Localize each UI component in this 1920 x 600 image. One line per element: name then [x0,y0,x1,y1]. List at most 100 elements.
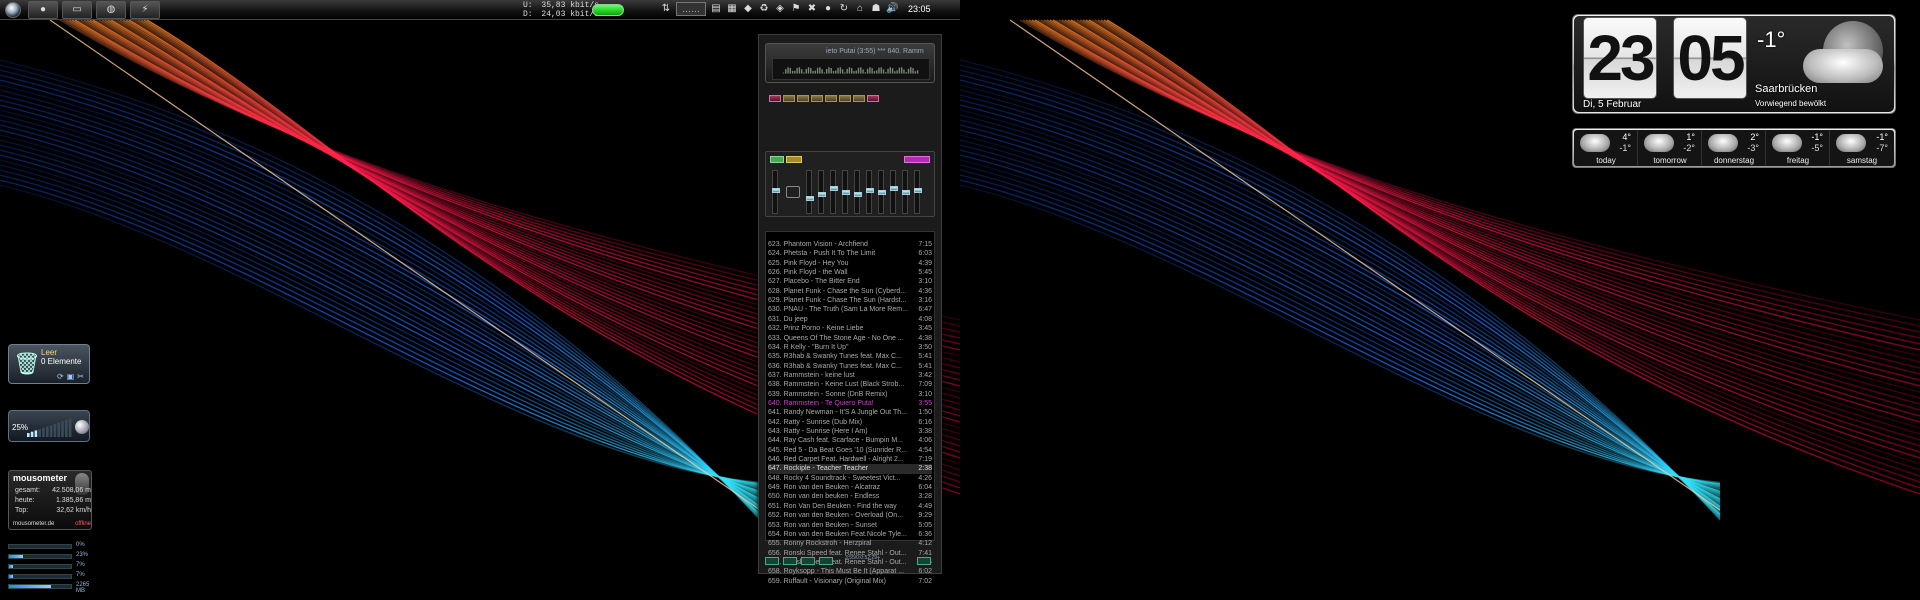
visualizer-bar [823,72,826,74]
tray-overflow-button[interactable]: …… [676,2,706,16]
recycle-bin-gadget[interactable]: 🗑 Leer 0 Elemente ⟳ ▣ ✂ [8,344,90,384]
play-button[interactable] [783,95,795,102]
eq-auto-button[interactable] [786,156,802,163]
eq-presets-button[interactable] [904,156,930,163]
refresh-icon[interactable]: ⟳ [57,372,64,381]
pl-misc-button[interactable] [819,557,833,565]
flag-icon[interactable]: ⚑ [790,2,802,16]
empty-bin-icon[interactable]: ✂ [77,372,84,381]
cloud-icon [1772,134,1802,152]
playlist-item[interactable]: 623. Phantom Vision - Archfiend 7:15 [768,240,932,249]
eq-band-slider[interactable] [866,170,874,214]
playlist-item-duration: 7:19 [918,456,932,464]
playlist-item[interactable]: 651. Ron Van Den Beuken - Find the way 4:… [768,502,932,511]
pl-remove-button[interactable] [783,557,797,565]
playlist-item[interactable]: 659. Ruffault - Visionary (Original Mix)… [768,577,932,586]
volume-knob[interactable] [75,420,89,434]
playlist-item[interactable]: 632. Prinz Porno - Keine Liebe 3:45 [768,324,932,333]
playlist-item[interactable]: 634. R Kelly - "Burn It Up" 3:50 [768,343,932,352]
playlist-item[interactable]: 633. Queens Of The Stone Age - No One ..… [768,334,932,343]
playlist-item-duration: 3:45 [918,325,932,333]
eq-on-button[interactable] [770,156,784,163]
eq-preamp-slider[interactable] [772,170,780,214]
tray-icon-10[interactable]: ☗ [870,2,882,16]
open-icon[interactable]: ▣ [67,372,75,381]
quicklaunch-explorer[interactable]: ▭ [62,0,92,19]
quicklaunch-show-desktop[interactable]: ● [28,0,58,19]
eq-band-slider[interactable] [842,170,850,214]
tray-icon-0[interactable]: ▤ [710,2,722,16]
playlist-item[interactable]: 654. Ron van den Beuken Feat.Nicole Tyle… [768,530,932,539]
recycle-bin-status: Leer [41,348,58,357]
eq-band-slider[interactable] [902,170,910,214]
prev-button[interactable] [769,95,781,102]
playlist-item[interactable]: 642. Ratty - Sunrise (Dub Mix) 6:16 [768,418,932,427]
playlist-item[interactable]: 643. Ratty - Sunrise (Here I Am) 3:38 [768,427,932,436]
tray-icon-6[interactable]: ✖ [806,2,818,16]
tray-icon-3[interactable]: ♻ [758,2,770,16]
eq-band-slider[interactable] [806,170,814,214]
pl-add-button[interactable] [765,557,779,565]
quicklaunch-winamp[interactable]: ⚡ [130,0,160,19]
playlist-item[interactable]: 640. Rammstein - Te Quiero Puta! 3:55 [768,399,932,408]
playlist-item[interactable]: 653. Ron van den Beuken - Sunset 5:05 [768,521,932,530]
playlist-item[interactable]: 647. Rockiple - Teacher Teacher 2:38 [768,464,932,474]
repeat-button[interactable] [867,95,879,102]
sync-icon[interactable]: ↻ [838,2,850,16]
next-button[interactable] [825,95,837,102]
eq-band-slider[interactable] [830,170,838,214]
playlist-item[interactable]: 644. Ray Cash feat. Scarface - Bumpin M.… [768,436,932,445]
playlist-item[interactable]: 646. Red Carpet Feat. Hardwell - Alright… [768,455,932,464]
eq-band-slider[interactable] [818,170,826,214]
playlist-item[interactable]: 649. Ron van den Beuken - Alcatraz 6:04 [768,483,932,492]
eq-band-slider[interactable] [914,170,922,214]
playlist-item[interactable]: 626. Pink Floyd - the Wall 5:45 [768,268,932,277]
playlist-item[interactable]: 652. Ron van den Beuken - Overload (On..… [768,511,932,520]
tray-icon-2[interactable]: ◆ [742,2,754,16]
volume-gadget[interactable]: 25% [8,410,90,442]
tray-icon-7[interactable]: ● [822,2,834,16]
meter-fill [9,585,52,588]
playlist-item[interactable]: 655. Ronny Rockstroh - Herzpiral 4:12 [768,539,932,548]
shuffle-button[interactable] [853,95,865,102]
speaker-icon[interactable]: 🔊 [886,2,898,16]
eq-band-slider[interactable] [890,170,898,214]
tray-icon-9[interactable]: ⌂ [854,2,866,16]
eject-button[interactable] [839,95,851,102]
pl-select-button[interactable] [801,557,815,565]
playlist-item-duration: 6:47 [918,306,932,314]
playlist-item[interactable]: 630. PNAU - The Truth (Sam La More Rem..… [768,305,932,314]
playlist-item[interactable]: 637. Rammstein - keine lust 3:42 [768,371,932,380]
playlist-item[interactable]: 635. R3hab & Swanky Tunes feat. Max C...… [768,352,932,361]
taskbar-clock[interactable]: 23:05 [908,4,931,14]
playlist-item[interactable]: 638. Rammstein - Keine Lust (Black Strob… [768,380,932,389]
network-icon[interactable]: ⇅ [660,2,672,16]
playlist-item[interactable]: 628. Planet Funk - Chase the Sun (Cyberd… [768,287,932,296]
tray-icon-4[interactable]: ◈ [774,2,786,16]
winamp-main-window[interactable]: ieto Putai (3:55) *** 640. Ramm [765,43,935,83]
pause-button[interactable] [797,95,809,102]
playlist-item[interactable]: 625. Pink Floyd - Hey You 4:39 [768,259,932,268]
playlist-item[interactable]: 648. Rocky 4 Soundtrack - Sweetest Vict.… [768,474,932,483]
start-button[interactable] [2,0,24,20]
playlist-item[interactable]: 645. Red 5 - Da Beat Goes '10 (Sunrider … [768,446,932,455]
playlist-item[interactable]: 636. R3hab & Swanky Tunes feat. Max C...… [768,362,932,371]
playlist-item[interactable]: 627. Placebo - The Bitter End 3:10 [768,277,932,286]
eq-band-slider[interactable] [854,170,862,214]
playlist-item[interactable]: 650. Ron van den beuken - Endless 3:28 [768,492,932,501]
playlist-item[interactable]: 624. Phetsta - Push It To The Limit 6:03 [768,249,932,258]
battery-indicator[interactable] [592,4,624,16]
playlist-item[interactable]: 641. Randy Newman - It'S A Jungle Out Th… [768,408,932,417]
quicklaunch-browser[interactable]: ◍ [96,0,126,19]
playlist-item-duration: 6:03 [918,250,932,258]
mousometer-site-link[interactable]: mousometer.de [13,521,54,527]
tray-icon-1[interactable]: ▦ [726,2,738,16]
playlist-item[interactable]: 639. Rammstein - Sonne (DnB Remix) 3:10 [768,390,932,399]
current-date: Di, 5 Februar [1583,99,1642,110]
playlist-item[interactable]: 631. Du jeep 4:08 [768,315,932,324]
stop-button[interactable] [811,95,823,102]
eq-band-slider[interactable] [878,170,886,214]
playlist-item[interactable]: 629. Planet Funk - Chase The Sun (Hardst… [768,296,932,305]
pl-list-button[interactable] [917,557,931,565]
forecast-day: -1° -5° freitag [1766,130,1830,166]
